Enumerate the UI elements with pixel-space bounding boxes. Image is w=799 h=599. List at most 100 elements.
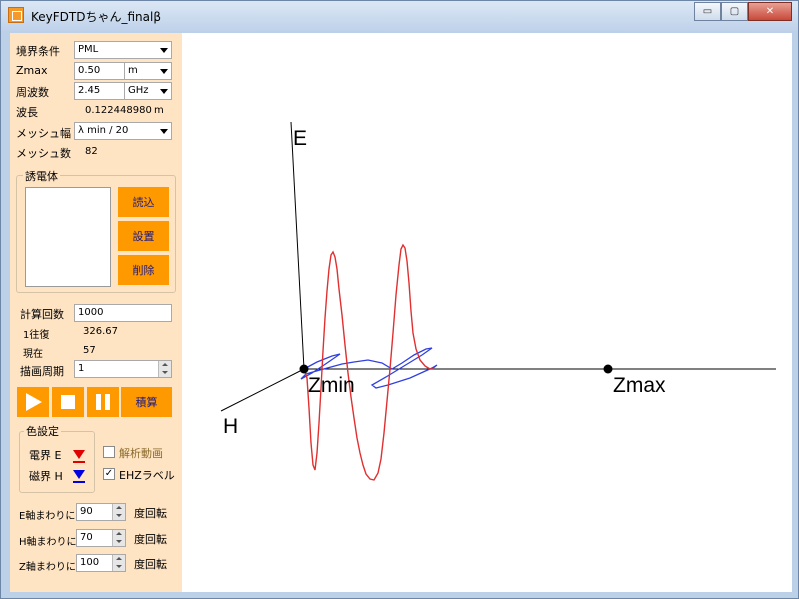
spin-up-icon[interactable]	[112, 555, 125, 563]
minimize-button[interactable]: ▭	[694, 2, 721, 21]
e-axis-line	[290, 121, 305, 370]
chevron-down-icon	[160, 48, 168, 53]
frequency-value: 2.45	[78, 85, 101, 96]
current-label: 現在	[23, 349, 43, 360]
spin-up-icon[interactable]	[112, 530, 125, 538]
mesh-width-label: メッシュ幅	[16, 127, 71, 140]
z-rotation-stepper[interactable]: 100	[76, 554, 126, 572]
round-trip-label: 1往復	[23, 330, 50, 341]
frequency-unit-select[interactable]: GHz	[124, 82, 172, 100]
stop-button[interactable]	[52, 387, 84, 417]
control-panel: 境界条件 PML Zmax 0.50 m 周波数 2.45 GHz 波長 0.1…	[10, 33, 182, 592]
e-axis-label: E	[293, 127, 307, 150]
boundary-label: 境界条件	[16, 45, 60, 58]
spin-up-icon[interactable]	[112, 504, 125, 512]
z-rotation-suffix: 度回転	[134, 558, 167, 571]
wavelength-unit: m	[154, 105, 164, 116]
field-plot-svg: E H Zmin Zmax	[220, 121, 776, 481]
e-color-label: 電界 E	[29, 449, 62, 462]
e-rotation-value: 90	[80, 506, 93, 517]
e-color-underline	[73, 461, 85, 463]
chevron-down-icon	[160, 89, 168, 94]
zmin-point	[299, 364, 309, 374]
mesh-count-label: メッシュ数	[16, 147, 71, 160]
draw-period-value: 1	[78, 363, 85, 374]
boundary-value: PML	[78, 44, 99, 55]
mesh-width-value: λ min / 20	[78, 125, 129, 136]
close-button[interactable]: ✕	[748, 2, 792, 21]
accumulate-button[interactable]: 積算	[121, 387, 172, 417]
spin-up-icon[interactable]	[158, 361, 171, 369]
ehz-label-text: EHZラベル	[119, 469, 175, 482]
analytic-checkbox[interactable]	[103, 446, 115, 458]
frequency-label: 周波数	[16, 86, 49, 99]
boundary-select[interactable]: PML	[74, 41, 172, 59]
checkmark-icon: ✓	[104, 468, 114, 479]
zmax-unit-select[interactable]: m	[124, 62, 172, 80]
h-rotation-label: H軸まわりに	[19, 537, 77, 548]
e-rotation-label: E軸まわりに	[19, 511, 76, 522]
h-axis-label: H	[223, 415, 238, 438]
e-rotation-suffix: 度回転	[134, 507, 167, 520]
zmax-value: 0.50	[78, 65, 101, 76]
h-rotation-stepper[interactable]: 70	[76, 529, 126, 547]
frequency-input[interactable]: 2.45	[74, 82, 125, 100]
delete-button[interactable]: 削除	[118, 255, 169, 285]
spin-down-icon[interactable]	[112, 563, 125, 571]
ehz-label-checkbox[interactable]: ✓	[103, 468, 115, 480]
dielectric-list[interactable]	[25, 187, 111, 287]
app-window: KeyFDTDちゃん_finalβ ▭ ▢ ✕ 境界条件 PML Zmax 0.…	[0, 0, 799, 599]
current-value: 57	[83, 345, 96, 356]
iterations-label: 計算回数	[20, 308, 64, 321]
zmax-label: Zmax	[613, 374, 666, 397]
color-settings-title: 色設定	[24, 423, 61, 439]
field-plot-canvas[interactable]: E H Zmin Zmax	[182, 33, 792, 592]
wavelength-value: 0.122448980	[85, 105, 152, 116]
wavelength-label: 波長	[16, 106, 38, 119]
title-bar[interactable]: KeyFDTDちゃん_finalβ ▭ ▢ ✕	[1, 1, 798, 31]
close-icon: ✕	[765, 6, 775, 17]
draw-period-stepper[interactable]: 1	[74, 360, 172, 378]
h-rotation-suffix: 度回転	[134, 533, 167, 546]
load-button[interactable]: 読込	[118, 187, 169, 217]
round-trip-value: 326.67	[83, 326, 118, 337]
h-rotation-value: 70	[80, 532, 93, 543]
analytic-label: 解析動画	[119, 447, 163, 460]
zmax-input[interactable]: 0.50	[74, 62, 125, 80]
chevron-down-icon	[160, 69, 168, 74]
pause-button[interactable]	[87, 387, 119, 417]
h-axis-line	[220, 368, 305, 412]
stop-icon	[61, 395, 75, 409]
zmax-label: Zmax	[16, 64, 48, 77]
zmax-point	[603, 364, 613, 374]
app-icon	[8, 7, 24, 23]
spin-down-icon[interactable]	[158, 369, 171, 377]
spin-down-icon[interactable]	[112, 538, 125, 546]
mesh-width-select[interactable]: λ min / 20	[74, 122, 172, 140]
chevron-down-icon	[160, 129, 168, 134]
e-rotation-stepper[interactable]: 90	[76, 503, 126, 521]
draw-period-label: 描画周期	[20, 365, 64, 378]
minimize-icon: ▭	[702, 6, 713, 17]
iterations-input[interactable]: 1000	[74, 304, 172, 322]
pause-icon	[96, 394, 110, 410]
spin-down-icon[interactable]	[112, 512, 125, 520]
window-title: KeyFDTDちゃん_finalβ	[31, 10, 161, 24]
window-controls: ▭ ▢ ✕	[694, 2, 792, 21]
h-color-underline	[73, 481, 85, 483]
maximize-button[interactable]: ▢	[721, 2, 748, 21]
iterations-value: 1000	[78, 307, 104, 318]
e-field-wave	[303, 243, 434, 481]
play-icon	[26, 393, 42, 411]
z-rotation-label: Z軸まわりに	[19, 562, 76, 573]
frequency-unit: GHz	[128, 85, 149, 96]
h-color-label: 磁界 H	[29, 470, 63, 483]
play-button[interactable]	[17, 387, 49, 417]
e-color-picker-icon[interactable]	[73, 450, 85, 459]
mesh-count-value: 82	[85, 146, 98, 157]
zmin-label: Zmin	[308, 374, 355, 397]
place-button[interactable]: 設置	[118, 221, 169, 251]
maximize-icon: ▢	[729, 6, 740, 17]
zmax-unit: m	[128, 65, 138, 76]
h-color-picker-icon[interactable]	[73, 470, 85, 479]
